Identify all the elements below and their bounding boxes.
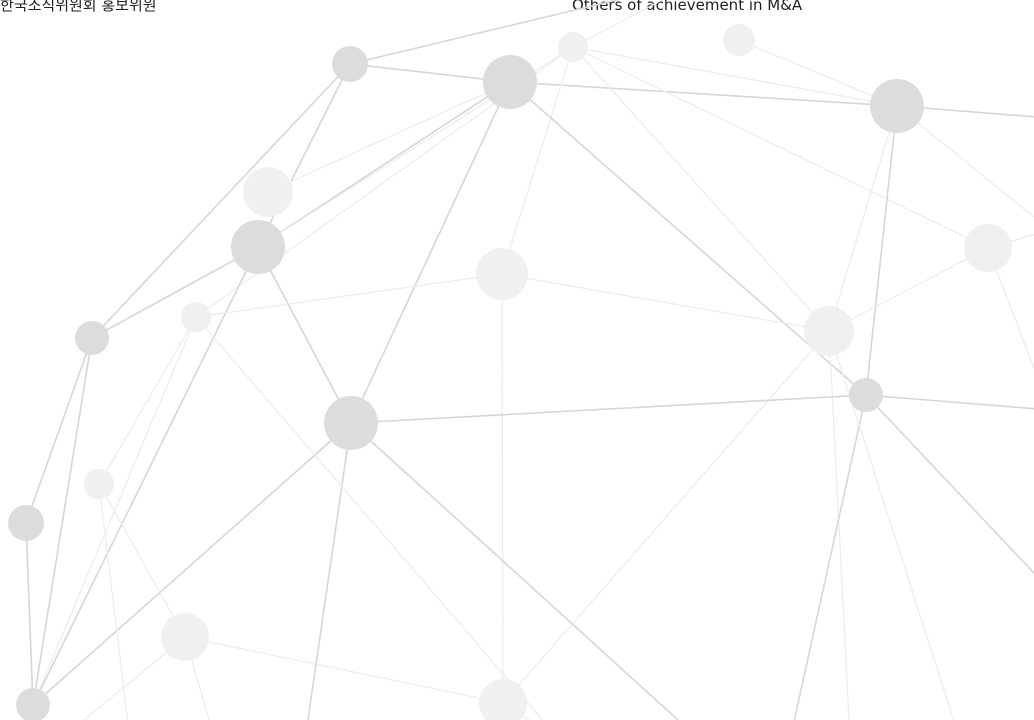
network-node xyxy=(483,55,537,109)
network-edge xyxy=(195,316,544,720)
network-edge xyxy=(828,105,898,332)
network-edge xyxy=(307,422,352,720)
network-edge xyxy=(572,46,830,332)
network-node xyxy=(804,306,854,356)
network-edge xyxy=(865,105,898,396)
network-node xyxy=(964,224,1012,272)
network-edge xyxy=(257,63,351,248)
network-edge xyxy=(828,247,989,332)
network-edge xyxy=(349,0,621,65)
network-edge xyxy=(502,330,830,704)
network-edge xyxy=(896,105,1034,218)
network-edge xyxy=(184,636,504,704)
network-graphic xyxy=(8,0,1034,720)
network-node xyxy=(332,46,368,82)
network-node xyxy=(181,302,211,332)
network-edge xyxy=(267,81,511,193)
network-graphic-page: 한국조직위원회 홍보위원 Others of achievement in M&… xyxy=(0,0,1034,720)
network-edge xyxy=(98,316,197,485)
network-nodes xyxy=(8,24,1012,720)
network-edge xyxy=(501,273,830,332)
network-node xyxy=(849,378,883,412)
network-edge xyxy=(501,273,504,704)
network-edge xyxy=(257,246,352,424)
network-edge xyxy=(98,483,129,720)
network-node xyxy=(8,505,44,541)
network-edge xyxy=(865,394,1034,575)
network-edge xyxy=(572,46,898,107)
network-node xyxy=(324,396,378,450)
network-edge xyxy=(509,81,898,107)
network-node xyxy=(558,32,588,62)
network-node xyxy=(84,469,114,499)
network-node xyxy=(870,79,924,133)
network-node xyxy=(476,248,528,300)
network-edge xyxy=(91,246,259,339)
network-edge xyxy=(350,422,680,720)
network-edge xyxy=(793,394,867,720)
network-edge xyxy=(32,246,259,706)
network-edge xyxy=(828,330,955,720)
network-edge xyxy=(987,247,1034,370)
network-edge xyxy=(25,337,93,524)
network-edge xyxy=(350,394,867,424)
network-edge xyxy=(865,394,1034,410)
network-edge xyxy=(828,330,850,720)
network-edge xyxy=(91,63,351,339)
network-node xyxy=(75,321,109,355)
network-edge xyxy=(98,483,186,638)
network-node xyxy=(16,688,50,720)
network-node xyxy=(231,220,285,274)
network-node xyxy=(479,679,527,720)
network-edge xyxy=(25,522,34,706)
network-edge xyxy=(572,0,664,48)
network-edge xyxy=(572,46,989,249)
network-node xyxy=(723,24,755,56)
network-node xyxy=(161,613,209,661)
network-node xyxy=(243,167,293,217)
